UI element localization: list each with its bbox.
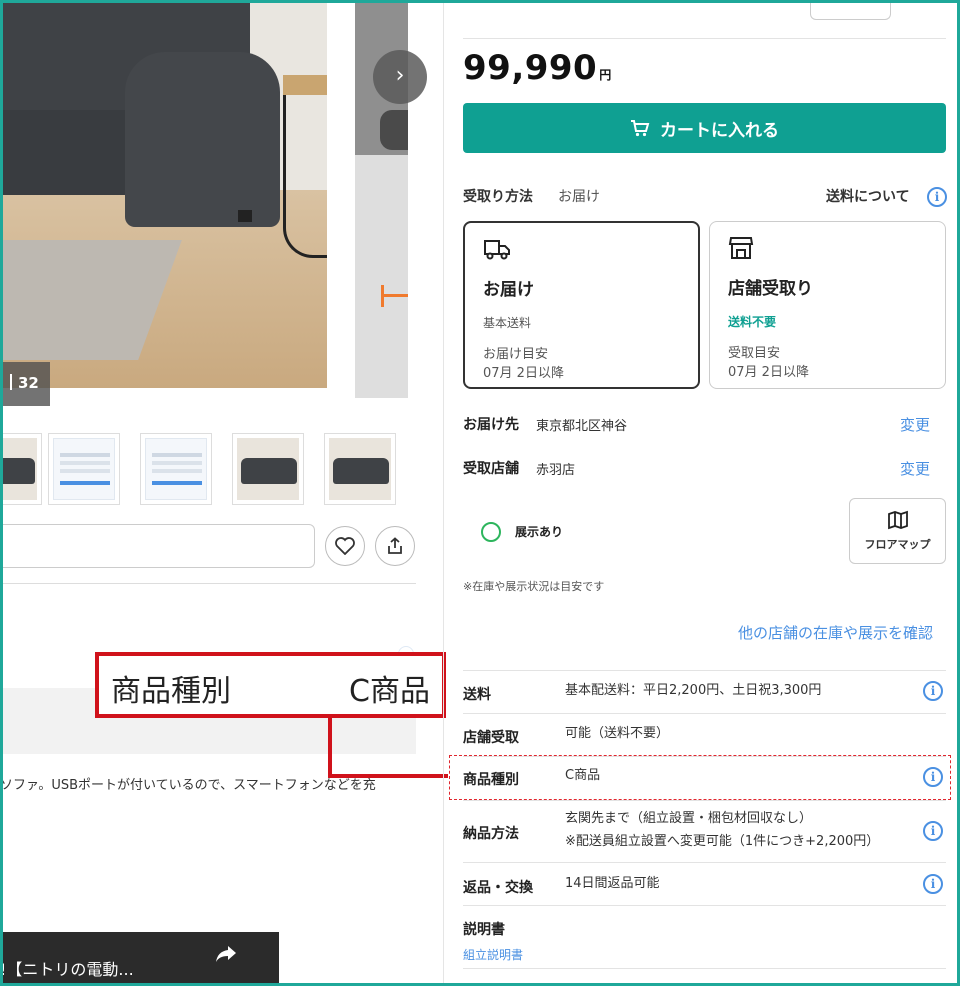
image-frame <box>0 0 960 986</box>
